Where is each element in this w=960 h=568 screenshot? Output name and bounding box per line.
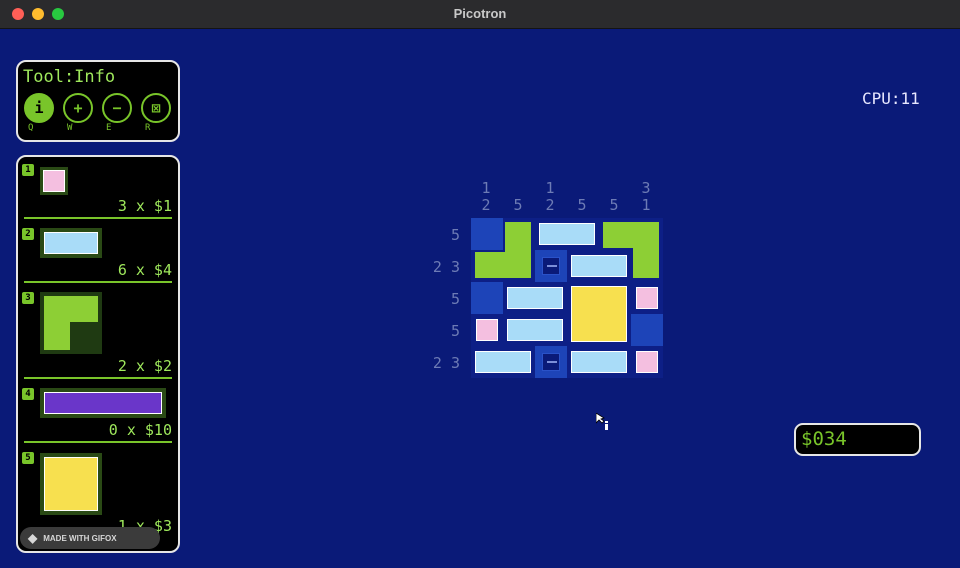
bar-piece-icon bbox=[40, 228, 102, 258]
window-title: Picotron bbox=[453, 6, 507, 21]
info-tool-button[interactable]: i bbox=[24, 93, 54, 123]
marked-empty-cell[interactable] bbox=[542, 257, 560, 275]
grid-cell[interactable] bbox=[631, 314, 663, 346]
single-piece[interactable] bbox=[476, 319, 498, 341]
money-display: $034 bbox=[794, 423, 921, 456]
single-piece-icon bbox=[40, 167, 68, 195]
tool-key-r: R bbox=[145, 123, 151, 133]
l-piece-icon bbox=[40, 292, 102, 354]
gifox-watermark: ◆ MADE WITH GIFOX bbox=[20, 527, 160, 549]
column-clue: 3 bbox=[641, 179, 651, 197]
bar-piece[interactable] bbox=[475, 351, 531, 373]
row-clue: 5 bbox=[450, 226, 460, 244]
tool-key-w: W bbox=[67, 123, 73, 133]
bar-piece[interactable] bbox=[539, 223, 595, 245]
item-quantity-price: 2 x $2 bbox=[117, 357, 172, 375]
divider bbox=[24, 281, 172, 283]
column-clue: 5 bbox=[609, 196, 619, 214]
tool-key-q: Q bbox=[28, 123, 34, 133]
item-number: 2 bbox=[22, 228, 34, 240]
item-quantity-price: 0 x $10 bbox=[108, 421, 172, 439]
inventory-panel: 1 3 x $1 2 6 x $4 3 2 x $2 4 0 x $10 5 1… bbox=[16, 155, 180, 553]
grid-cell[interactable] bbox=[471, 218, 503, 250]
bar-piece[interactable] bbox=[507, 287, 563, 309]
single-piece[interactable] bbox=[636, 351, 658, 373]
tool-key-e: E bbox=[106, 123, 112, 133]
grid-cell[interactable] bbox=[471, 282, 503, 314]
bar-piece[interactable] bbox=[571, 351, 627, 373]
row-clue: 2 3 bbox=[432, 258, 460, 276]
cpu-readout: CPU:11 bbox=[862, 89, 920, 108]
add-tool-button[interactable]: + bbox=[63, 93, 93, 123]
clear-tool-button[interactable]: ⊠ bbox=[141, 93, 171, 123]
mouse-cursor-icon bbox=[595, 412, 612, 437]
item-number: 5 bbox=[22, 452, 34, 464]
divider bbox=[24, 217, 172, 219]
item-number: 3 bbox=[22, 292, 34, 304]
tool-panel: Tool:Info i + − ⊠ Q W E R bbox=[16, 60, 180, 142]
column-clue: 1 bbox=[481, 179, 491, 197]
cross-box-icon: ⊠ bbox=[151, 99, 161, 117]
row-clue: 2 3 bbox=[432, 354, 460, 372]
row-clue: 5 bbox=[450, 290, 460, 308]
plus-icon: + bbox=[73, 99, 83, 117]
column-clue: 2 bbox=[545, 196, 555, 214]
divider bbox=[24, 377, 172, 379]
game-screen[interactable]: Tool:Info i + − ⊠ Q W E R 1 3 x $1 2 6 x… bbox=[0, 29, 960, 568]
square-piece[interactable] bbox=[571, 286, 627, 342]
item-quantity-price: 6 x $4 bbox=[117, 261, 172, 279]
item-number: 4 bbox=[22, 388, 34, 400]
window-titlebar: Picotron bbox=[0, 0, 960, 29]
square-piece-icon bbox=[40, 453, 102, 515]
minus-icon: − bbox=[112, 99, 122, 117]
fox-logo-icon: ◆ bbox=[28, 531, 38, 545]
l-piece-part bbox=[633, 222, 659, 278]
bar-piece[interactable] bbox=[507, 319, 563, 341]
watermark-text: MADE WITH GIFOX bbox=[43, 533, 117, 543]
column-clue: 1 bbox=[641, 196, 651, 214]
single-piece[interactable] bbox=[636, 287, 658, 309]
marked-empty-cell[interactable] bbox=[542, 353, 560, 371]
item-quantity-price: 3 x $1 bbox=[117, 197, 172, 215]
tool-title: Tool:Info bbox=[23, 67, 116, 87]
column-clue: 1 bbox=[545, 179, 555, 197]
column-clue: 5 bbox=[513, 196, 523, 214]
bar-piece[interactable] bbox=[571, 255, 627, 277]
column-clue: 5 bbox=[577, 196, 587, 214]
remove-tool-button[interactable]: − bbox=[102, 93, 132, 123]
row-clue: 5 bbox=[450, 322, 460, 340]
divider bbox=[24, 441, 172, 443]
info-icon: i bbox=[34, 99, 44, 117]
l-piece-part bbox=[475, 252, 531, 278]
column-clue: 2 bbox=[481, 196, 491, 214]
item-number: 1 bbox=[22, 164, 34, 176]
long-bar-piece-icon bbox=[40, 388, 166, 418]
